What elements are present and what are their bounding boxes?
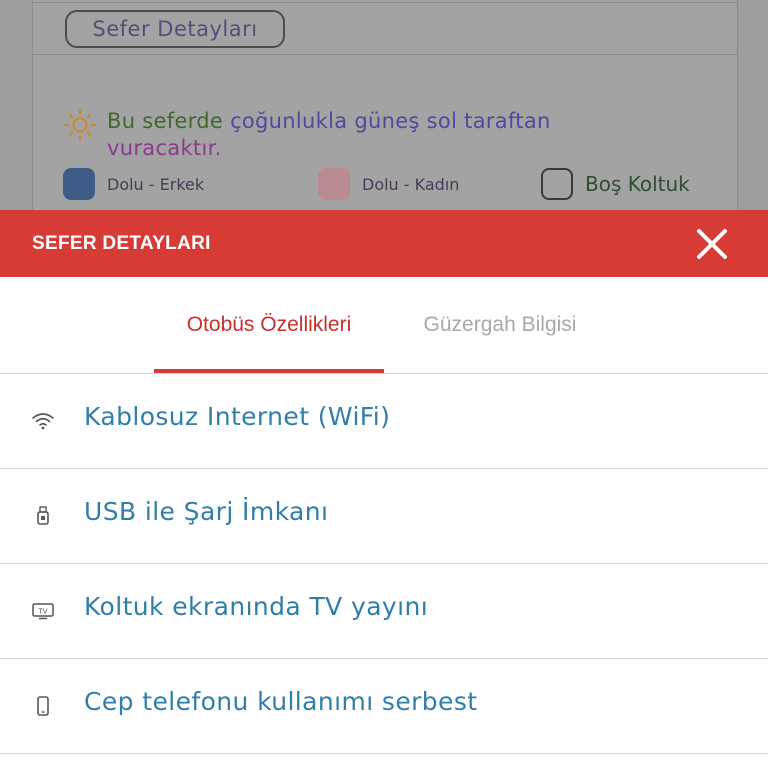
sun-notice-part: vuracaktır. xyxy=(107,136,222,160)
legend-label: Dolu - Erkek xyxy=(107,174,205,194)
screen: Sefer Detayları Bu seferde çoğunlukla gü… xyxy=(0,0,768,768)
svg-text:TV: TV xyxy=(37,607,47,615)
feature-label: Koltuk ekranında TV yayını xyxy=(84,592,429,621)
trip-card: Sefer Detayları Bu seferde çoğunlukla gü… xyxy=(32,0,738,210)
sun-notice-part: Bu seferde xyxy=(107,109,231,133)
divider xyxy=(33,2,737,3)
tv-icon: TV xyxy=(30,601,56,621)
list-item: TV Koltuk ekranında TV yayını xyxy=(0,564,768,659)
legend-item-male: Dolu - Erkek xyxy=(63,168,204,200)
seat-legend: Dolu - Erkek Dolu - Kadın Boş Koltuk xyxy=(63,168,713,202)
close-button[interactable] xyxy=(690,222,734,266)
background-overlay[interactable]: Sefer Detayları Bu seferde çoğunlukla gü… xyxy=(0,0,768,210)
usb-icon xyxy=(30,506,56,526)
close-icon xyxy=(697,229,727,259)
divider xyxy=(33,54,737,55)
sun-notice-text: Bu seferde çoğunlukla güneş sol taraftan… xyxy=(107,108,551,162)
trip-details-button[interactable]: Sefer Detayları xyxy=(65,10,285,48)
phone-icon xyxy=(30,696,56,716)
tab-bus-features[interactable]: Otobüs Özellikleri xyxy=(154,277,384,373)
feature-label: Cep telefonu kullanımı serbest xyxy=(84,687,478,716)
legend-swatch-empty xyxy=(541,168,573,200)
active-tab-indicator xyxy=(154,369,384,373)
feature-label: USB ile Şarj İmkanı xyxy=(84,497,329,526)
wifi-icon xyxy=(30,411,56,431)
legend-swatch-female xyxy=(318,168,350,200)
sun-notice-part: çoğunlukla güneş sol taraftan xyxy=(230,109,551,133)
list-item: USB ile Şarj İmkanı xyxy=(0,469,768,564)
legend-item-female: Dolu - Kadın xyxy=(318,168,459,200)
legend-label: Dolu - Kadın xyxy=(362,174,460,194)
sun-notice: Bu seferde çoğunlukla güneş sol taraftan… xyxy=(63,108,683,162)
trip-details-modal: SEFER DETAYLARI Otobüs Özellikleri Güzer… xyxy=(0,210,768,768)
legend-swatch-male xyxy=(63,168,95,200)
legend-label: Boş Koltuk xyxy=(585,172,690,196)
modal-header: SEFER DETAYLARI xyxy=(0,210,768,277)
feature-label: Kablosuz Internet (WiFi) xyxy=(84,402,391,431)
sun-icon xyxy=(64,109,96,141)
legend-item-empty: Boş Koltuk xyxy=(541,168,690,200)
list-item: Kablosuz Internet (WiFi) xyxy=(0,374,768,469)
modal-title: SEFER DETAYLARI xyxy=(32,233,211,254)
tab-route-info[interactable]: Güzergah Bilgisi xyxy=(400,277,600,373)
list-item: Cep telefonu kullanımı serbest xyxy=(0,659,768,754)
feature-list: Kablosuz Internet (WiFi) USB ile Şarj İm… xyxy=(0,374,768,754)
tab-bar: Otobüs Özellikleri Güzergah Bilgisi xyxy=(0,277,768,374)
